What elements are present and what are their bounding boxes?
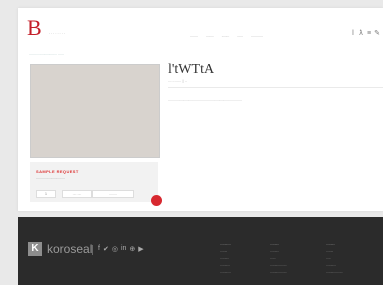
tool-icon[interactable]: ƛ (358, 30, 364, 38)
twitter-icon[interactable]: ✔ (103, 245, 109, 253)
divider (168, 87, 383, 88)
divider (92, 245, 93, 255)
menu-icon[interactable]: ≡ (366, 30, 372, 38)
footer-link[interactable]: .................. (326, 269, 382, 276)
nav-item[interactable]: ........ (190, 34, 198, 38)
footer-column: ............ ........ .......... .......… (220, 241, 276, 276)
footer-column: .......... .......... ...... ...........… (270, 241, 326, 276)
page-card: B ........ ........ ........ ........ ..… (18, 8, 383, 211)
footer-link[interactable]: .......... (326, 241, 382, 248)
size-select[interactable]: .... .... (62, 190, 92, 198)
quantity-input[interactable]: 1 (36, 190, 56, 198)
instagram-icon[interactable]: ◎ (112, 245, 118, 253)
footer-link[interactable]: ............ (220, 241, 276, 248)
footer: K koroseal f ✔ ◎ in ⊕ ▶ ............ ...… (18, 217, 383, 285)
nav-item[interactable]: ........ (222, 34, 230, 38)
footer-link[interactable]: ........ (220, 248, 276, 255)
footer-link[interactable]: ........... (326, 262, 382, 269)
linkedin-icon[interactable]: in (121, 245, 126, 253)
add-sample-button[interactable] (151, 195, 162, 206)
edit-icon[interactable]: ✎ (374, 30, 380, 38)
nav-item[interactable]: ............ (251, 34, 263, 38)
product-image (30, 64, 160, 158)
sample-request-title: SAMPLE REQUEST (36, 169, 79, 174)
footer-link[interactable]: ..... (326, 255, 382, 262)
brand-name[interactable]: koroseal (47, 242, 92, 256)
color-select[interactable]: ........ (92, 190, 134, 198)
footer-link[interactable]: .......... (220, 255, 276, 262)
footer-link[interactable]: .......... (270, 248, 326, 255)
footer-link[interactable]: ...... (270, 255, 326, 262)
logo-text: ........ (49, 30, 66, 35)
toolbar: ⅼ ƛ ≡ ✎ (350, 30, 380, 38)
youtube-icon[interactable]: ▶ (138, 245, 143, 253)
nav-item[interactable]: ...... (237, 34, 243, 38)
footer-link[interactable]: ........ (326, 248, 382, 255)
footer-link[interactable]: .................. (270, 269, 326, 276)
product-description: ........................................… (168, 98, 242, 102)
footer-link[interactable]: .................. (270, 262, 326, 269)
logo[interactable]: B (27, 17, 49, 39)
footer-link[interactable]: ............ (220, 269, 276, 276)
pinterest-icon[interactable]: ⊕ (129, 245, 135, 253)
footer-link[interactable]: .......... (270, 241, 326, 248)
facebook-icon[interactable]: f (98, 245, 100, 253)
product-code: ............ | .. (168, 78, 187, 83)
sample-request-panel: SAMPLE REQUEST .........................… (30, 162, 158, 202)
tool-icon[interactable]: ⅼ (350, 30, 356, 38)
footer-link[interactable]: ........... (220, 262, 276, 269)
footer-column: .......... ........ ..... ........... ..… (326, 241, 382, 276)
breadcrumb[interactable]: ............................. ...... (29, 52, 64, 56)
nav-item[interactable]: ........ (206, 34, 214, 38)
social-links: f ✔ ◎ in ⊕ ▶ (98, 245, 144, 253)
sample-request-subtitle: .............................. (36, 176, 66, 180)
product-title: l'tWTtA (168, 62, 215, 77)
k-logo-icon[interactable]: K (28, 242, 42, 256)
top-nav: ........ ........ ........ ...... ......… (190, 34, 263, 38)
